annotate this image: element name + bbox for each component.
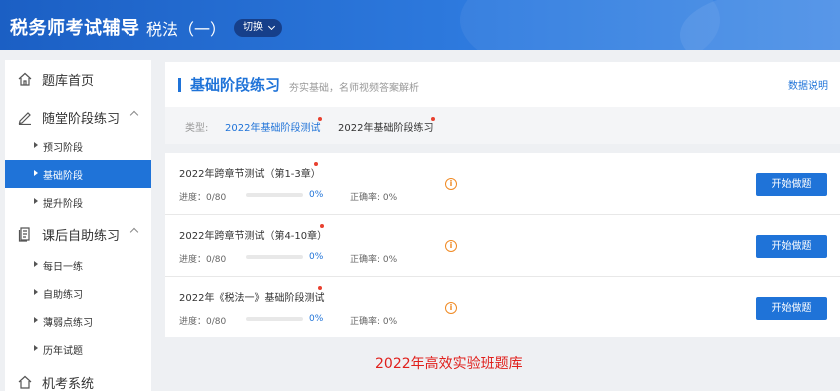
sidebar-item-label: 机考系统 [42,377,95,391]
info-icon[interactable]: i [445,302,457,314]
exercise-title: 2022年跨章节测试（第4-10章） [179,231,328,242]
app-title: 税务师考试辅导 [10,18,140,39]
progress-text: 进度：0/80 [179,193,227,203]
start-button[interactable]: 开始做题 [756,173,827,196]
sidebar-item-exam-system[interactable]: 机考系统 [5,363,151,391]
sidebar-item-label: 预习阶段 [43,143,83,154]
progress-bar [246,255,303,259]
progress-percent: 0% [309,252,324,262]
type-option-basic-practice[interactable]: 2022年基础阶段练习 [338,119,433,134]
sidebar-item-label: 自助练习 [43,290,83,301]
type-option-basic-test[interactable]: 2022年基础阶段测试 [225,119,320,134]
arrow-right-icon [34,261,38,267]
sidebar: 题库首页 随堂阶段练习 预习阶段 基础阶段 提升阶段 课后自助练习 每日一练 自… [5,60,151,391]
sidebar-item-preview[interactable]: 预习阶段 [5,132,151,160]
page-description: 夯实基础，名师视频答案解析 [289,83,419,94]
sidebar-item-home[interactable]: 题库首页 [5,60,151,98]
subject-title: 税法（一） [146,20,227,39]
progress-text: 进度：0/80 [179,255,227,265]
promo-note: 2022年高效实验班题库 [375,356,523,372]
sidebar-item-advanced[interactable]: 提升阶段 [5,188,151,216]
new-dot-icon [320,224,324,228]
sidebar-item-weak-points[interactable]: 薄弱点练习 [5,307,151,335]
new-dot-icon [318,117,322,121]
list-item: 2022年跨章节测试（第4-10章） 进度：0/80 0% 正确率: 0% i … [165,215,840,277]
type-label: 类型: [185,123,209,134]
home-icon [18,375,32,389]
data-explanation-link[interactable]: 数据说明 [788,77,828,92]
arrow-right-icon [34,289,38,295]
page-title: 基础阶段练习 [190,76,281,94]
notebook-icon [18,227,30,242]
progress-bar [246,193,303,197]
sidebar-item-label: 提升阶段 [43,199,83,210]
switch-label: 切换 [243,22,263,33]
sidebar-group-self-practice[interactable]: 课后自助练习 [5,215,151,253]
sidebar-item-label: 每日一练 [43,262,83,273]
section-header: 基础阶段练习 夯实基础，名师视频答案解析 数据说明 [165,62,840,107]
accuracy-text: 正确率: 0% [350,193,398,203]
sidebar-item-self-practice[interactable]: 自助练习 [5,279,151,307]
accuracy-text: 正确率: 0% [350,255,398,265]
sidebar-item-label: 题库首页 [42,74,95,89]
list-item: 2022年跨章节测试（第1-3章） 进度：0/80 0% 正确率: 0% i 开… [165,153,840,215]
arrow-right-icon [34,142,38,148]
chevron-up-icon [129,227,139,237]
pen-icon [18,112,31,125]
sidebar-item-basic[interactable]: 基础阶段 [5,160,151,188]
top-header: 税务师考试辅导 税法（一） 切换 [0,0,840,50]
sidebar-item-label: 课后自助练习 [42,229,121,244]
arrow-right-icon [34,170,38,176]
sidebar-item-past-exams[interactable]: 历年试题 [5,335,151,363]
home-icon [18,72,32,86]
arrow-right-icon [34,345,38,351]
sidebar-group-classroom-practice[interactable]: 随堂阶段练习 [5,98,151,136]
info-icon[interactable]: i [445,240,457,252]
sidebar-item-label: 随堂阶段练习 [42,112,121,127]
start-button[interactable]: 开始做题 [756,297,827,320]
start-button[interactable]: 开始做题 [756,235,827,258]
switch-subject-button[interactable]: 切换 [234,19,282,37]
new-dot-icon [431,117,435,121]
arrow-right-icon [34,317,38,323]
arrow-right-icon [34,198,38,204]
sidebar-item-label: 基础阶段 [43,171,83,182]
info-icon[interactable]: i [445,178,457,190]
type-filter-bar: 类型: 2022年基础阶段测试 2022年基础阶段练习 [165,107,840,144]
sidebar-item-label: 历年试题 [43,346,83,357]
progress-percent: 0% [309,190,324,200]
sidebar-item-label: 薄弱点练习 [43,318,93,329]
chevron-up-icon [129,110,139,120]
title-accent-bar [178,78,181,92]
chevron-down-icon [267,22,276,31]
exercise-list: 2022年跨章节测试（第1-3章） 进度：0/80 0% 正确率: 0% i 开… [165,153,840,337]
accuracy-text: 正确率: 0% [350,317,398,327]
list-item: 2022年《税法一》基础阶段测试 进度：0/80 0% 正确率: 0% i 开始… [165,277,840,339]
new-dot-icon [318,286,322,290]
progress-bar [246,317,303,321]
exercise-title: 2022年《税法一》基础阶段测试 [179,293,325,304]
header-decoration [680,0,840,50]
sidebar-item-daily[interactable]: 每日一练 [5,251,151,279]
exercise-title: 2022年跨章节测试（第1-3章） [179,169,321,180]
new-dot-icon [314,162,318,166]
progress-text: 进度：0/80 [179,317,227,327]
progress-percent: 0% [309,314,324,324]
